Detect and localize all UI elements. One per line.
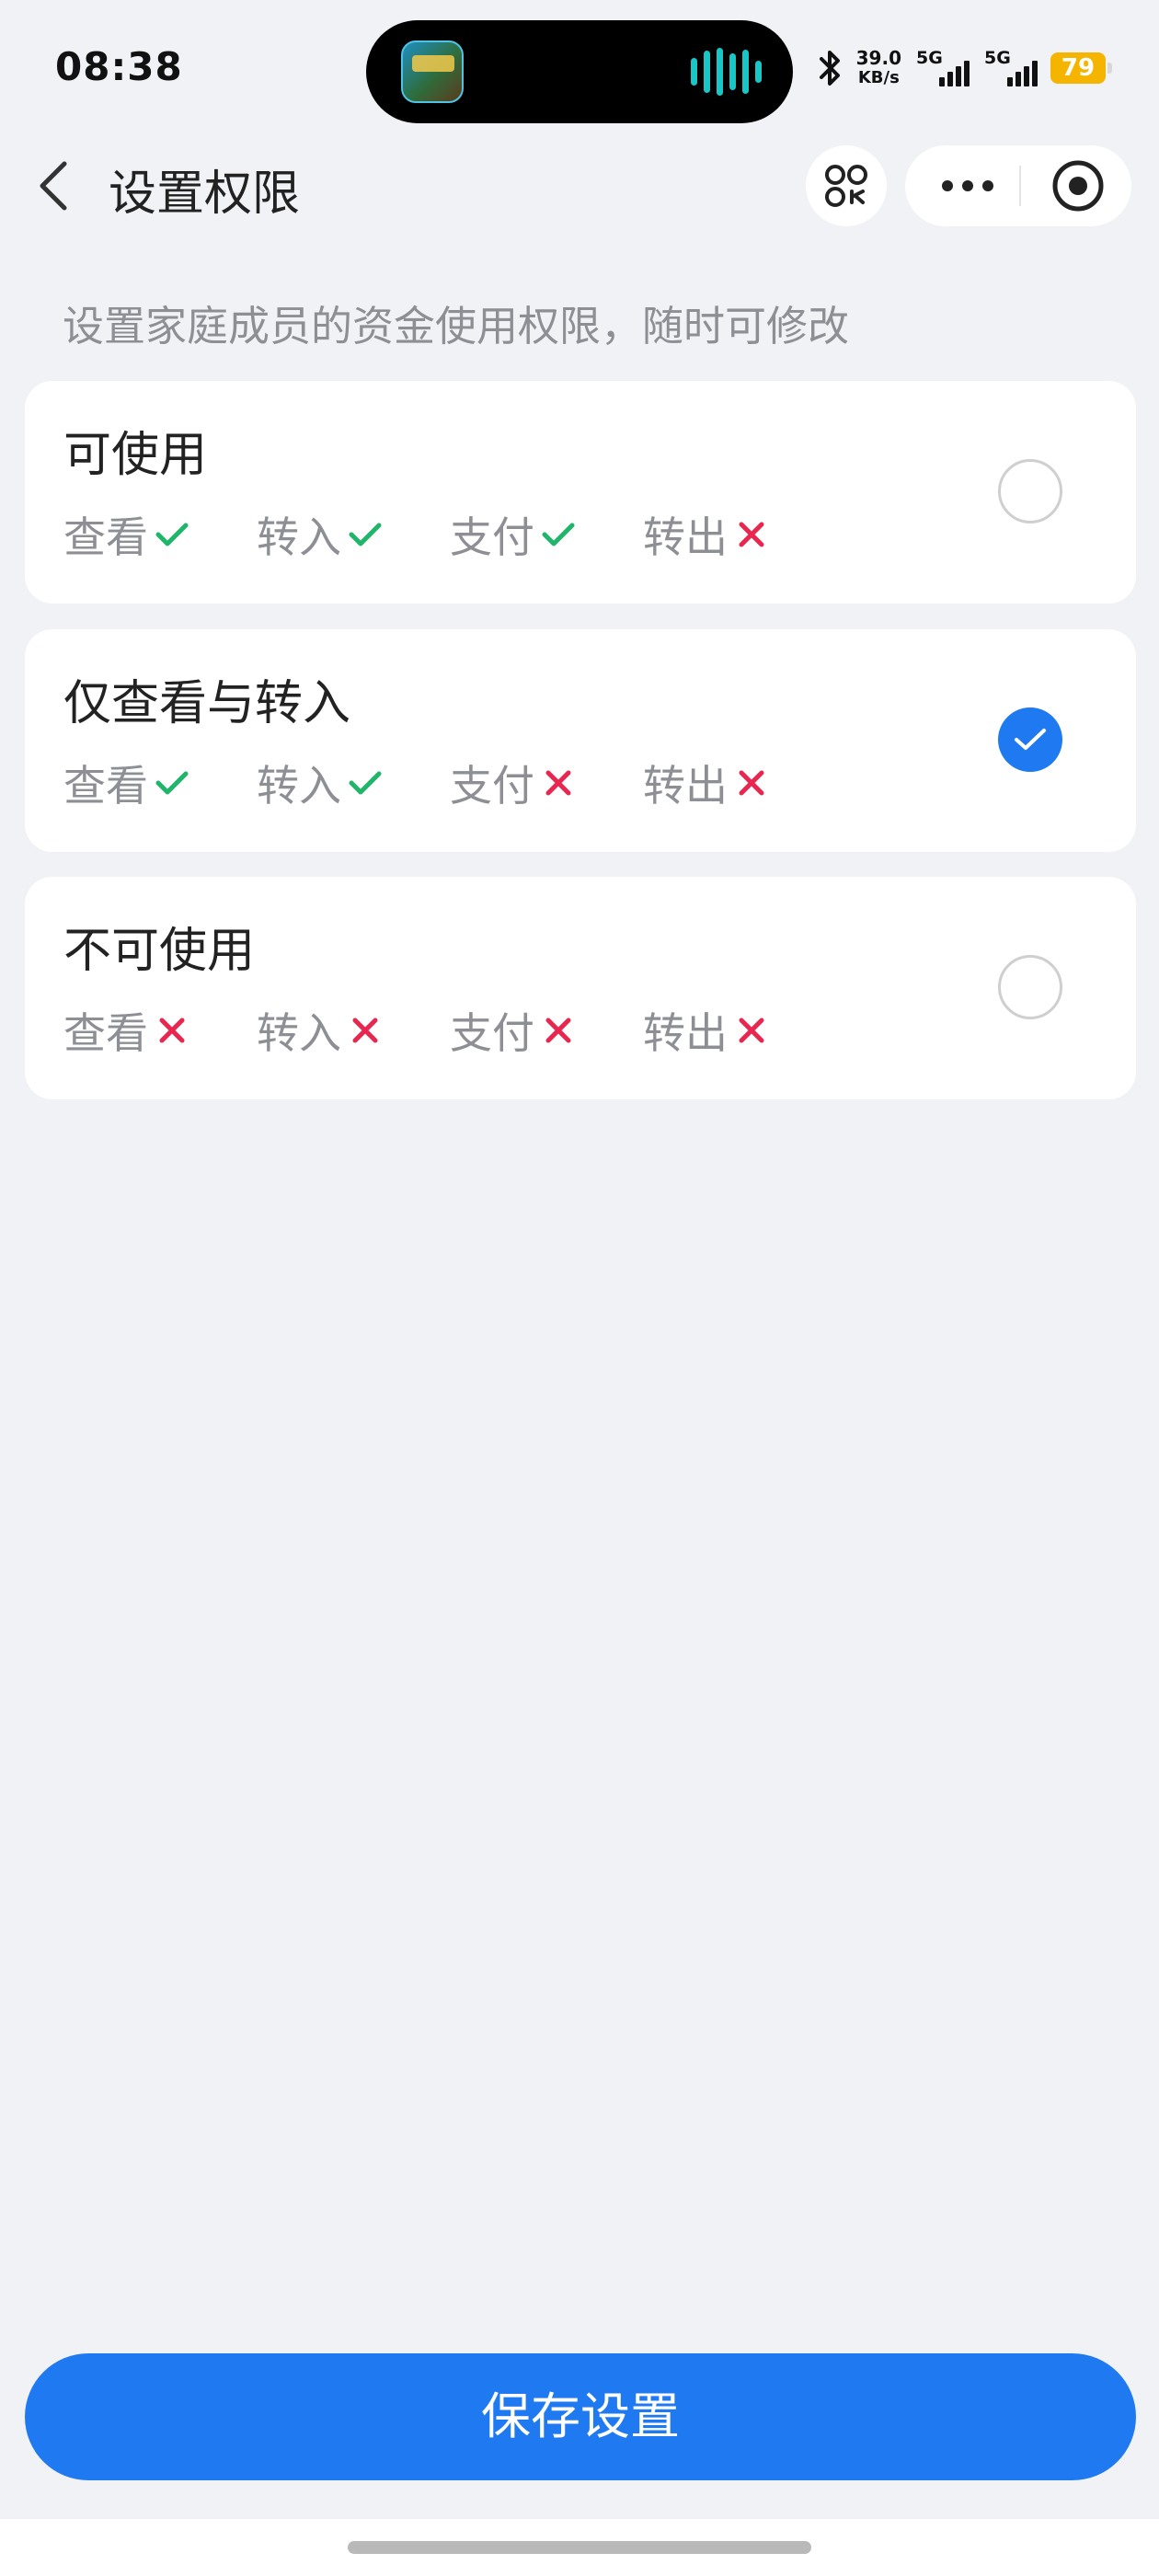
- permission-label: 查看: [63, 512, 148, 562]
- mini-program-icon: [825, 165, 867, 207]
- permission-item: 转出: [643, 504, 836, 565]
- check-icon: [341, 510, 384, 559]
- permission-item: 支付: [450, 753, 643, 813]
- status-time: 08:38: [55, 44, 183, 89]
- option-title: 可使用: [63, 428, 208, 483]
- network-speed: 39.0 KB/s: [856, 48, 901, 88]
- permission-list: 查看 转入 支付 转出: [63, 504, 836, 565]
- permission-label: 支付: [450, 761, 534, 811]
- check-icon: [148, 510, 190, 559]
- permission-item: 转出: [643, 753, 836, 813]
- status-bar: 08:38 39.0 KB/s 5G 5G 79: [0, 0, 1159, 138]
- permission-list: 查看 转入 支付 转出: [63, 753, 836, 813]
- audio-wave-icon: [691, 48, 762, 96]
- permission-label: 查看: [63, 761, 148, 811]
- permission-option-card[interactable]: 不可使用查看 转入 支付 转出: [25, 877, 1136, 1099]
- dynamic-island[interactable]: [366, 20, 793, 123]
- permission-item: 支付: [450, 1000, 643, 1061]
- permission-label: 支付: [450, 512, 534, 562]
- option-title: 不可使用: [63, 924, 256, 979]
- page-title: 设置权限: [109, 167, 301, 222]
- radio-check-icon: [1015, 729, 1046, 750]
- cross-icon: [148, 1006, 190, 1055]
- nav-header: 设置权限: [0, 138, 1159, 230]
- option-radio[interactable]: [998, 707, 1062, 772]
- network-speed-unit: KB/s: [857, 68, 900, 87]
- signal-icon: 5G: [982, 48, 1038, 88]
- permission-item: 转出: [643, 1000, 836, 1061]
- cross-icon: [728, 1006, 770, 1055]
- option-radio[interactable]: [998, 459, 1062, 523]
- permission-description: 设置家庭成员的资金使用权限，随时可修改: [63, 302, 850, 351]
- capsule-divider: [1019, 166, 1021, 206]
- check-icon: [534, 510, 577, 559]
- signal-icon: 5G: [914, 48, 970, 88]
- battery-icon: 79: [1050, 52, 1112, 84]
- permission-label: 查看: [63, 1008, 148, 1058]
- more-button[interactable]: [918, 145, 1014, 226]
- capsule-menu: [905, 145, 1131, 226]
- close-target-icon: [1052, 160, 1104, 212]
- close-button[interactable]: [1032, 145, 1124, 226]
- permission-item: 查看: [63, 504, 257, 565]
- cross-icon: [534, 1006, 577, 1055]
- option-radio[interactable]: [998, 955, 1062, 1019]
- permission-item: 支付: [450, 504, 643, 565]
- permission-label: 转入: [257, 512, 341, 562]
- permission-list: 查看 转入 支付 转出: [63, 1000, 836, 1061]
- cross-icon: [728, 758, 770, 808]
- permission-label: 支付: [450, 1008, 534, 1058]
- screen: 08:38 39.0 KB/s 5G 5G 79 设置权限 设置家庭成员的资金使…: [0, 0, 1159, 2576]
- more-icon: [942, 180, 993, 191]
- check-icon: [148, 758, 190, 808]
- permission-option-card[interactable]: 可使用查看 转入 支付 转出: [25, 381, 1136, 604]
- permission-label: 转入: [257, 761, 341, 811]
- permission-item: 转入: [257, 753, 450, 813]
- save-settings-button[interactable]: 保存设置: [25, 2353, 1136, 2480]
- permission-label: 转出: [643, 761, 728, 811]
- game-app-icon[interactable]: [401, 40, 464, 103]
- permission-item: 转入: [257, 504, 450, 565]
- back-button[interactable]: [28, 151, 98, 221]
- bluetooth-icon: [816, 49, 843, 87]
- network-speed-value: 39.0: [855, 47, 901, 69]
- status-indicators: 39.0 KB/s 5G 5G 79: [816, 48, 1112, 88]
- permission-item: 查看: [63, 753, 257, 813]
- mini-program-button[interactable]: [806, 145, 887, 226]
- permission-label: 转入: [257, 1008, 341, 1058]
- permission-label: 转出: [643, 1008, 728, 1058]
- back-icon: [40, 161, 67, 211]
- home-indicator[interactable]: [348, 2541, 811, 2554]
- permission-item: 转入: [257, 1000, 450, 1061]
- cross-icon: [534, 758, 577, 808]
- option-title: 仅查看与转入: [63, 676, 351, 731]
- check-icon: [341, 758, 384, 808]
- cross-icon: [341, 1006, 384, 1055]
- permission-option-card[interactable]: 仅查看与转入查看 转入 支付 转出: [25, 629, 1136, 852]
- permission-item: 查看: [63, 1000, 257, 1061]
- cross-icon: [728, 510, 770, 559]
- permission-label: 转出: [643, 512, 728, 562]
